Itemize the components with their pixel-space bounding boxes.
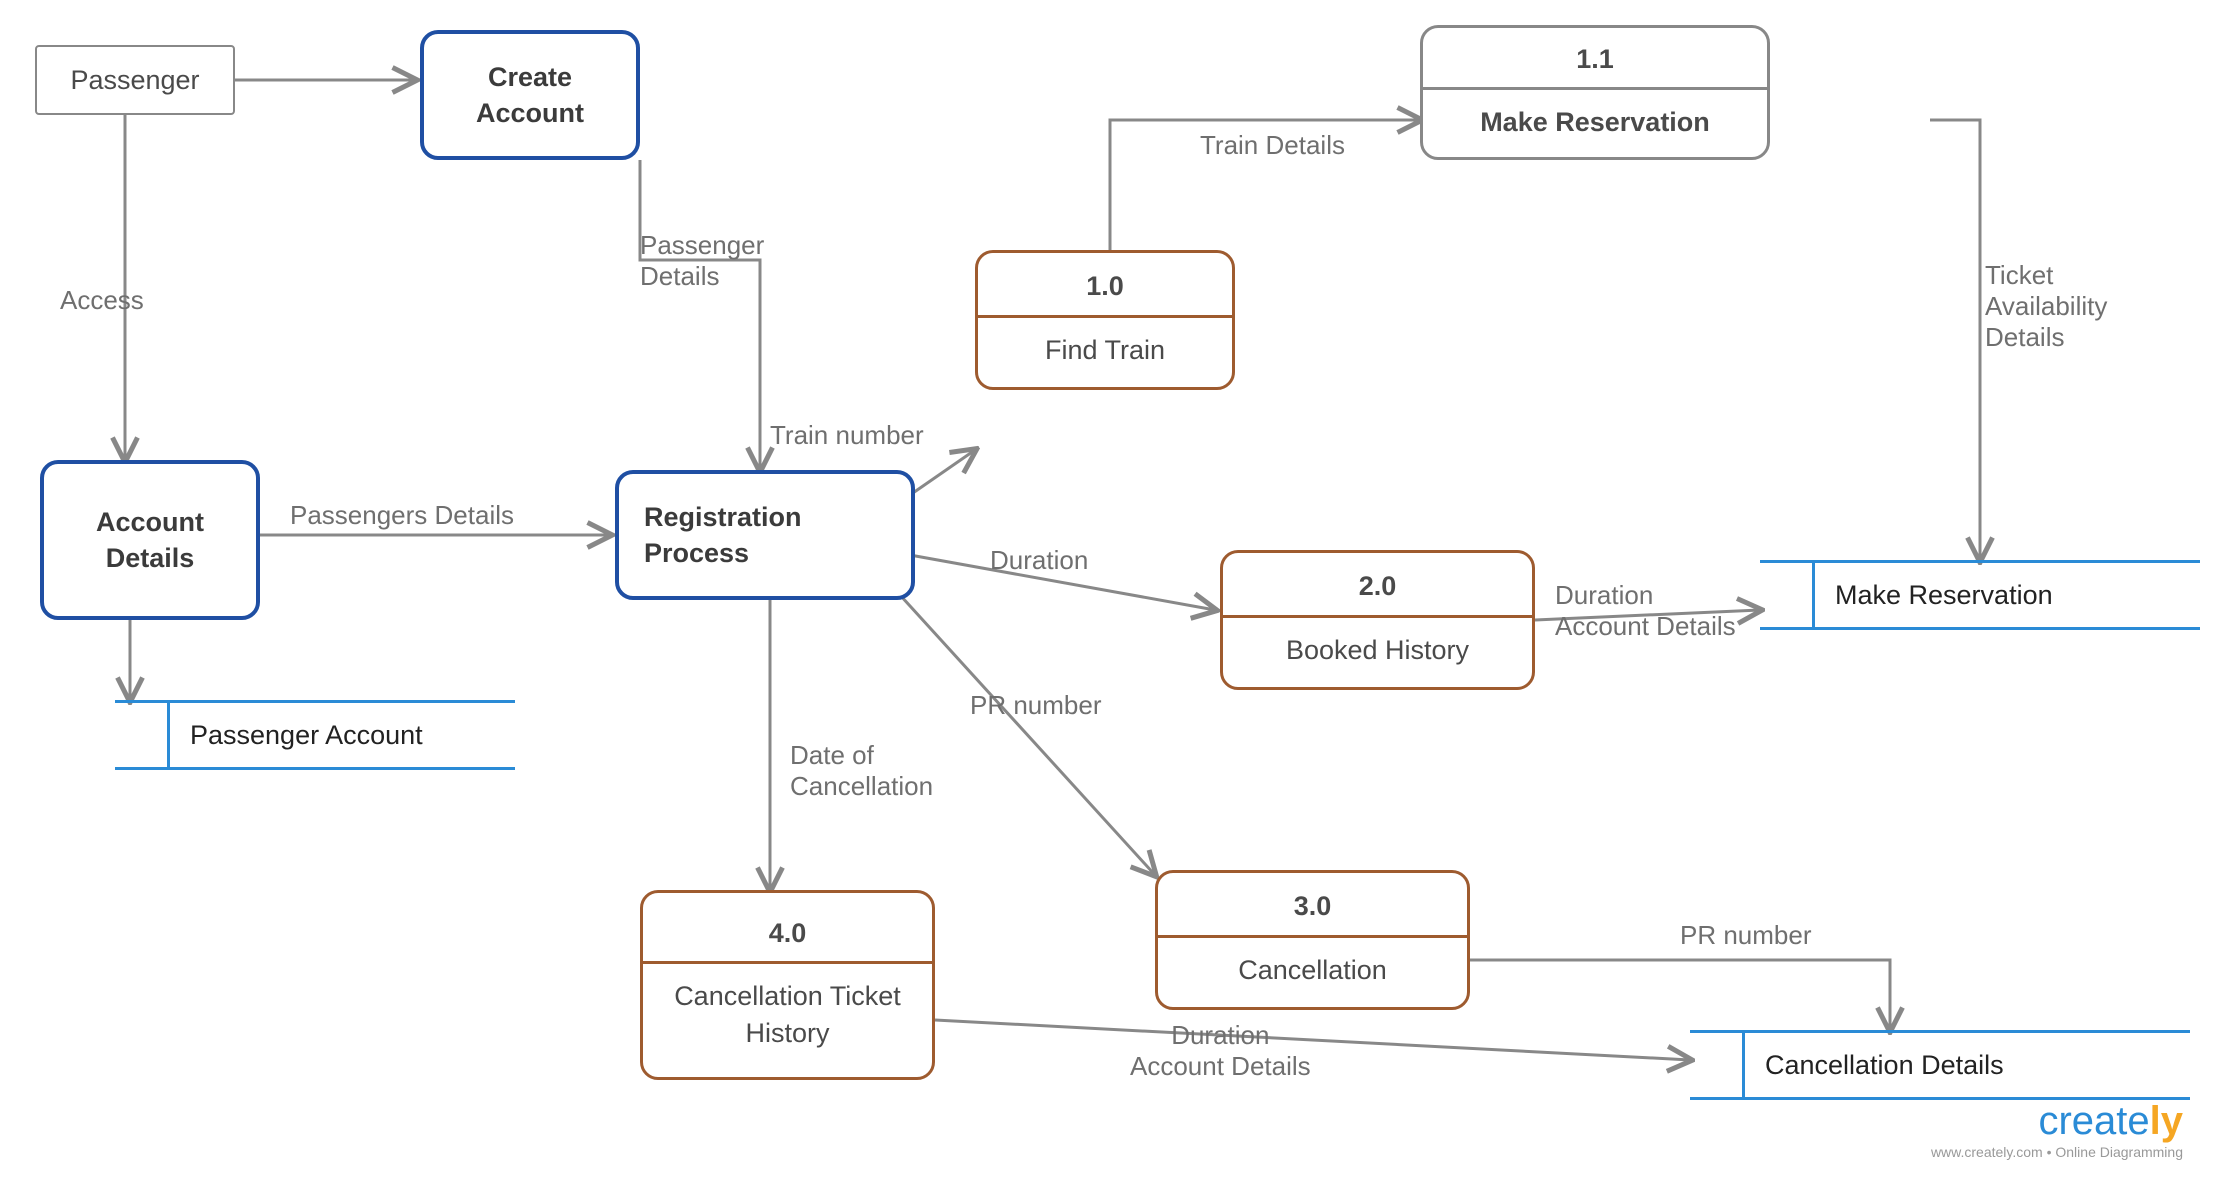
process-booked-history: 2.0 Booked History	[1220, 550, 1535, 690]
passenger-label: Passenger	[70, 62, 199, 98]
lbl-duration1: Duration	[990, 545, 1088, 576]
lbl-passengers-details: Passengers Details	[290, 500, 514, 531]
proc-2-0-num: 2.0	[1223, 558, 1532, 617]
account-details-label: Account Details	[96, 504, 204, 577]
proc-1-0-label: Find Train	[1045, 318, 1165, 382]
lbl-date-cancel: Date of Cancellation	[790, 740, 933, 802]
store-make-reservation: Make Reservation	[1760, 560, 2200, 630]
proc-3-0-label: Cancellation	[1238, 938, 1387, 1002]
proc-4-0-label: Cancellation Ticket History	[674, 964, 901, 1065]
lbl-ticket-avail: Ticket Availability Details	[1985, 260, 2107, 353]
lbl-duration3: Duration Account Details	[1130, 1020, 1311, 1082]
lbl-duration2: Duration Account Details	[1555, 580, 1736, 642]
proc-4-0-num: 4.0	[643, 905, 932, 964]
process-find-train: 1.0 Find Train	[975, 250, 1235, 390]
entity-passenger: Passenger	[35, 45, 235, 115]
store-cancel-details-label: Cancellation Details	[1765, 1050, 2004, 1081]
process-make-reservation: 1.1 Make Reservation	[1420, 25, 1770, 160]
logo-suffix: ly	[2150, 1099, 2183, 1143]
proc-2-0-label: Booked History	[1286, 618, 1469, 682]
proc-1-0-num: 1.0	[978, 258, 1232, 317]
lbl-passenger-details: Passenger Details	[640, 230, 764, 292]
store-passenger-account: Passenger Account	[115, 700, 515, 770]
process-cancel-history: 4.0 Cancellation Ticket History	[640, 890, 935, 1080]
logo-tag: www.creately.com • Online Diagramming	[1931, 1144, 2183, 1160]
proc-3-0-num: 3.0	[1158, 878, 1467, 937]
logo-brand: create	[2038, 1099, 2149, 1143]
process-cancellation: 3.0 Cancellation	[1155, 870, 1470, 1010]
registration-label: Registration Process	[644, 499, 802, 572]
store-make-reservation-label: Make Reservation	[1835, 580, 2053, 611]
lbl-train-details: Train Details	[1200, 130, 1345, 161]
process-account-details: Account Details	[40, 460, 260, 620]
proc-1-1-label: Make Reservation	[1480, 90, 1710, 154]
create-account-label: Create Account	[476, 59, 584, 132]
lbl-pr-number: PR number	[970, 690, 1102, 721]
lbl-train-number: Train number	[770, 420, 924, 451]
process-registration: Registration Process	[615, 470, 915, 600]
proc-1-1-num: 1.1	[1423, 31, 1767, 90]
creately-watermark: creately www.creately.com • Online Diagr…	[1931, 1099, 2183, 1160]
store-passenger-account-label: Passenger Account	[190, 720, 423, 751]
lbl-access: Access	[60, 285, 144, 316]
process-create-account: Create Account	[420, 30, 640, 160]
store-cancel-details: Cancellation Details	[1690, 1030, 2190, 1100]
lbl-pr-number2: PR number	[1680, 920, 1812, 951]
